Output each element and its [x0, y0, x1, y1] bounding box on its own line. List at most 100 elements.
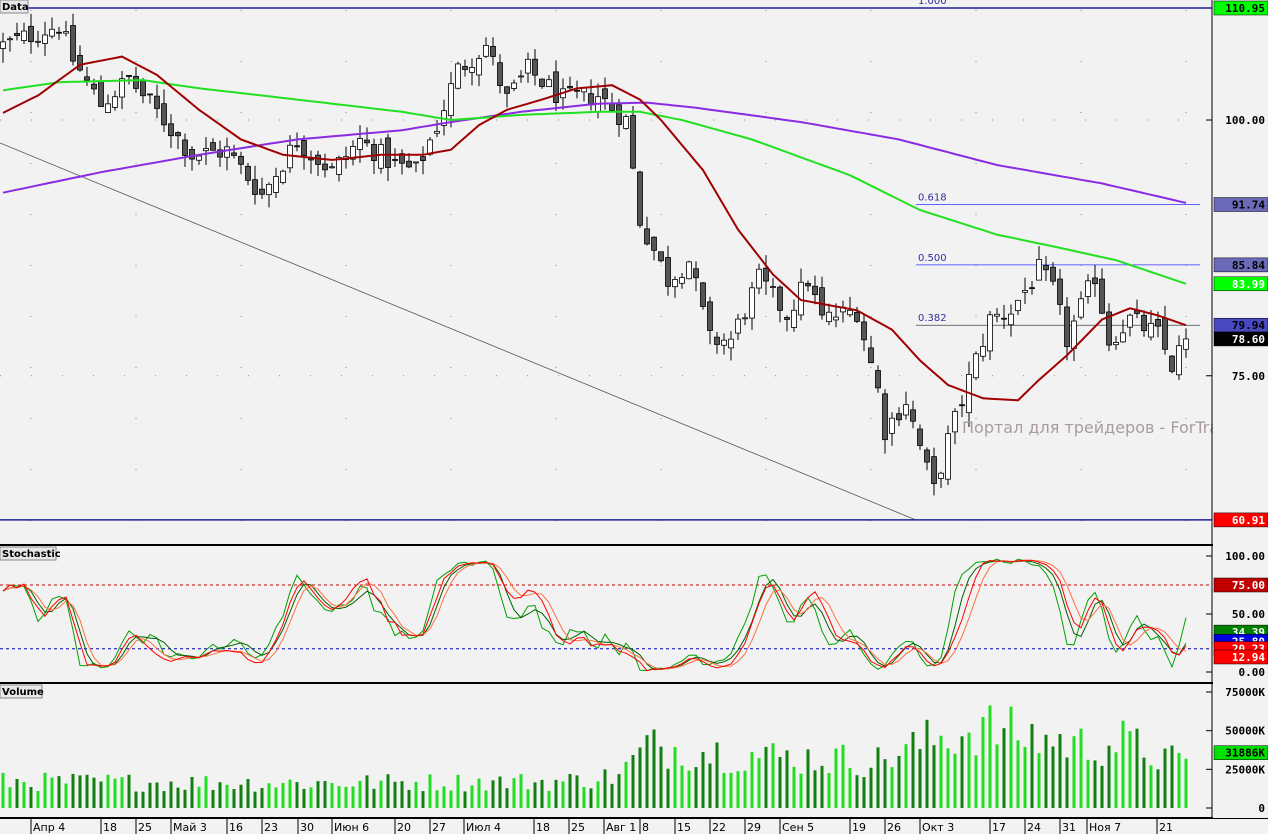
candle-body [833, 316, 839, 321]
volume-bar [904, 744, 908, 808]
candle-body [973, 353, 979, 379]
candle-body [1008, 313, 1014, 326]
candle-body [1015, 299, 1021, 312]
volume-bar [659, 746, 663, 808]
candle-body [0, 41, 6, 49]
volume-tick-label: 50000K [1225, 725, 1265, 738]
volume-bar [827, 772, 831, 808]
volume-bar [1, 772, 5, 808]
volume-bar [309, 787, 313, 808]
volume-bar [953, 753, 957, 808]
volume-bar [85, 774, 89, 808]
volume-bar [365, 775, 369, 808]
volume-bar [260, 788, 264, 808]
candle-body [749, 287, 755, 319]
volume-bar [1135, 728, 1139, 808]
volume-bar [456, 774, 460, 808]
candle-body [847, 309, 853, 316]
candle-body [329, 166, 335, 169]
volume-bar [1100, 765, 1104, 808]
candle-body [21, 30, 27, 41]
volume-bar [1177, 753, 1181, 808]
candle-body [630, 115, 636, 169]
candle-body [245, 165, 251, 181]
volume-bar [701, 752, 705, 808]
volume-bar [1065, 757, 1069, 808]
volume-bar [470, 785, 474, 808]
candle-body [518, 75, 524, 78]
volume-bar [813, 770, 817, 808]
candle-body [651, 236, 657, 251]
candle-body [1022, 289, 1028, 293]
candle-body [665, 257, 671, 287]
candle [973, 351, 979, 380]
volume-bar [1009, 706, 1013, 808]
candle-body [707, 301, 713, 331]
volume-bar [841, 744, 845, 808]
stoch-marker: 12.94 [1232, 651, 1265, 664]
volume-bar [484, 790, 488, 808]
volume-bar [645, 735, 649, 808]
candle-body [294, 145, 300, 148]
candle-body [742, 317, 748, 320]
volume-bar [162, 791, 166, 808]
candle-body [623, 116, 629, 129]
candle-body [1155, 319, 1161, 327]
volume-bar [834, 748, 838, 808]
candle-body [826, 311, 832, 322]
candle-body [987, 314, 993, 352]
candle-body [1050, 266, 1056, 282]
volume-bar [316, 781, 320, 808]
candle [623, 114, 629, 130]
stochastic-panel-title: Stochastic [2, 549, 61, 560]
candle-body [14, 32, 20, 36]
candle [630, 106, 636, 170]
candle-body [189, 149, 195, 160]
candle-body [910, 409, 916, 422]
candle-body [357, 138, 363, 150]
volume-bar [393, 781, 397, 808]
candle-body [84, 76, 90, 81]
date-label: Июл 4 [466, 821, 501, 834]
candle-body [945, 433, 951, 480]
volume-bar [764, 746, 768, 808]
volume-bar [267, 783, 271, 808]
volume-bar [1086, 759, 1090, 808]
stoch-tick-label: 0.00 [1239, 666, 1266, 679]
date-label: 27 [432, 821, 446, 834]
volume-bar [246, 778, 250, 808]
date-label: 20 [397, 821, 411, 834]
volume-bar [666, 768, 670, 808]
volume-bar [820, 765, 824, 808]
candle-body [644, 228, 650, 245]
candle-body [462, 66, 468, 70]
date-label: 8 [642, 821, 649, 834]
candle-body [994, 313, 1000, 317]
fib-label-0.382: 0.382 [918, 313, 947, 324]
candle-body [385, 137, 391, 168]
candle-body [308, 158, 314, 161]
candle-body [490, 45, 496, 57]
date-label: Авг 1 [606, 821, 636, 834]
volume-bar [519, 774, 523, 808]
candle [280, 169, 286, 185]
candle-body [273, 176, 279, 193]
candle-body [574, 89, 580, 92]
volume-bar [932, 745, 936, 808]
volume-bar [498, 776, 502, 808]
volume-bar [15, 778, 19, 808]
volume-bar [603, 769, 607, 808]
candle-body [315, 154, 321, 165]
volume-bar [323, 781, 327, 808]
candle-body [392, 159, 398, 161]
volume-bar [113, 778, 117, 808]
volume-bar [897, 755, 901, 808]
candle-body [434, 130, 440, 134]
date-label: 17 [992, 821, 1006, 834]
volume-bar [862, 777, 866, 808]
volume-bar [169, 781, 173, 808]
candle-body [497, 62, 503, 86]
volume-bar [477, 778, 481, 808]
candle-body [721, 339, 727, 346]
volume-bar [190, 776, 194, 808]
